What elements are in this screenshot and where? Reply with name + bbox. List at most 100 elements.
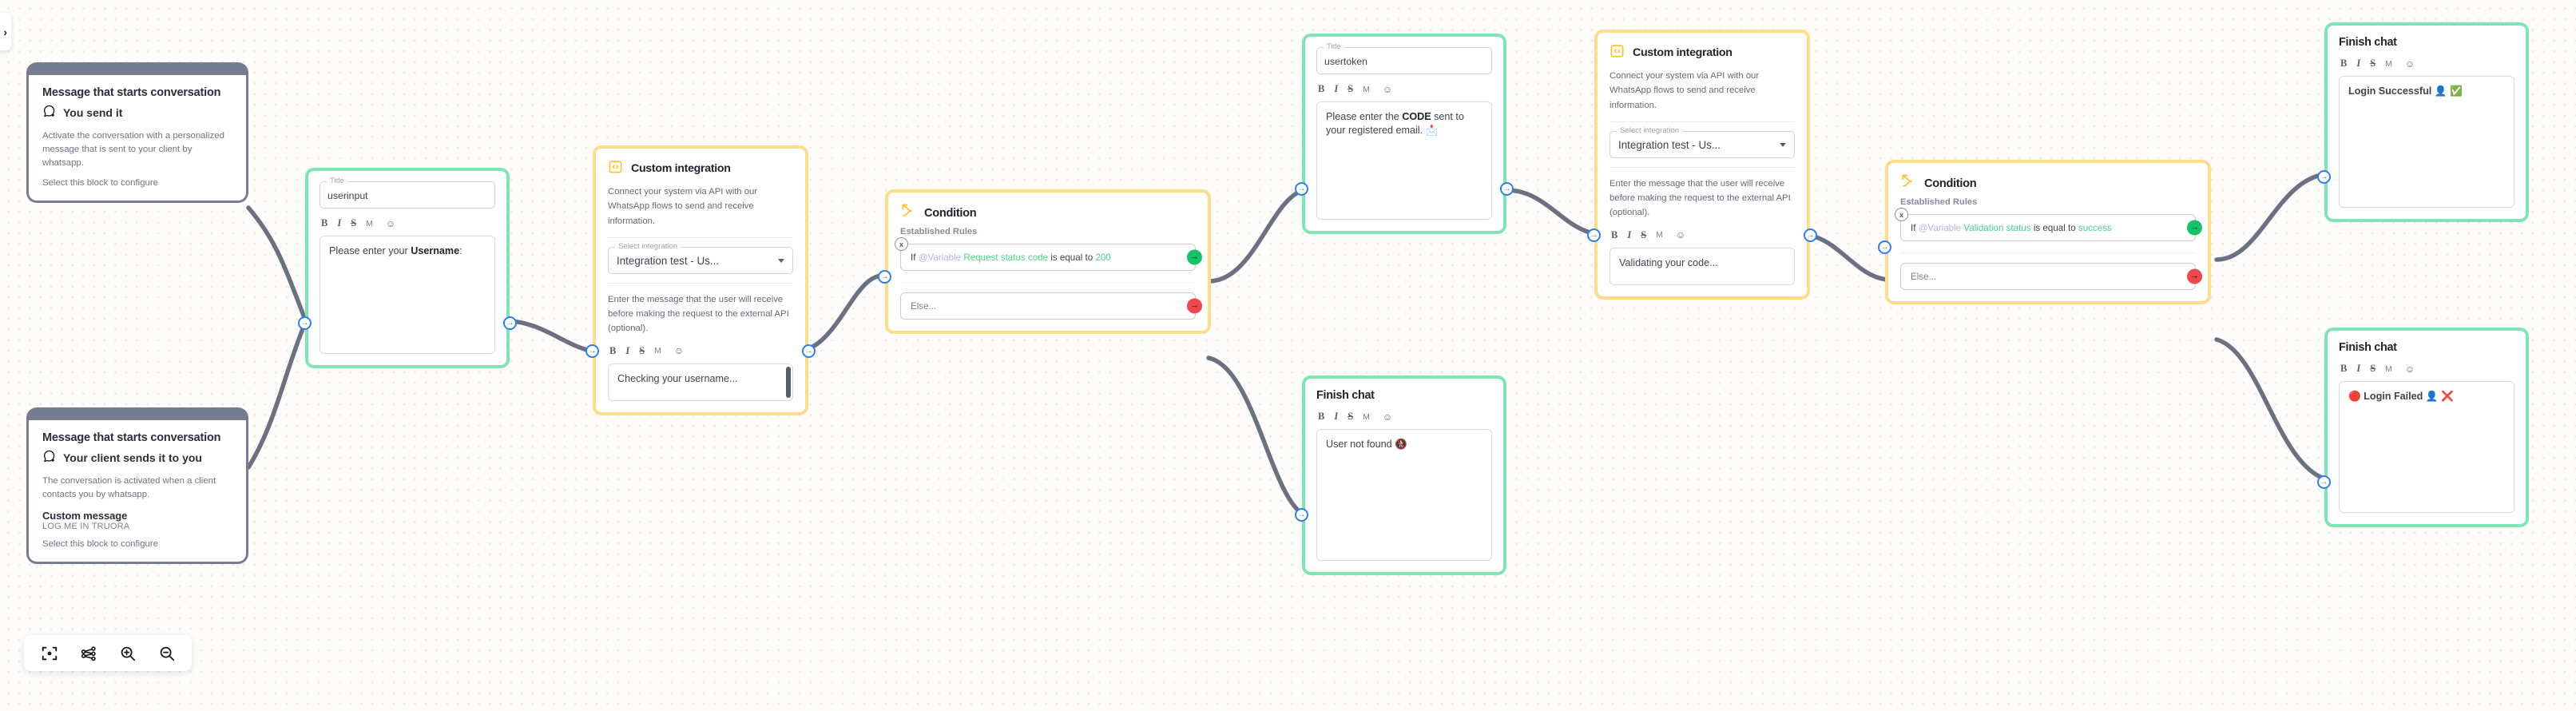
strikethrough-icon[interactable]: S — [2370, 363, 2376, 375]
handle-target-finish-login-failed[interactable]: → — [2317, 475, 2331, 489]
yellow-card[interactable]: Condition Established Rules x If @Variab… — [1885, 160, 2211, 304]
node-finish-login-failed[interactable]: Finish chat B I S M ☺ 🔴 Login Failed 👤 ❌… — [2317, 328, 2529, 527]
chevron-down-icon[interactable] — [1780, 142, 1786, 147]
node-userinput[interactable]: Title userinput B I S M ☺ Please enter y… — [298, 168, 517, 368]
handle-source-condition-2-else[interactable]: → — [2187, 268, 2202, 284]
bold-icon[interactable]: B — [2340, 58, 2347, 70]
message-textarea[interactable]: Please enter your Username: — [320, 236, 495, 354]
rich-text-toolbar[interactable]: B I S M ☺ — [321, 217, 495, 229]
italic-icon[interactable]: I — [1627, 229, 1631, 241]
bold-icon[interactable]: B — [321, 217, 327, 229]
markdown-icon[interactable]: M — [1363, 85, 1370, 94]
italic-icon[interactable]: I — [2356, 363, 2360, 375]
handle-target-condition-1[interactable]: → — [878, 270, 891, 284]
strikethrough-icon[interactable]: S — [1348, 83, 1353, 95]
rich-text-toolbar[interactable]: B I S M ☺ — [1318, 411, 1492, 423]
start-card[interactable]: Message that starts conversation You sen… — [26, 62, 248, 203]
handle-target-condition-2[interactable]: → — [1878, 240, 1891, 254]
node-start-you-send-it[interactable]: Message that starts conversation You sen… — [26, 62, 248, 203]
handle-source-userinput[interactable]: → — [503, 316, 517, 330]
markdown-icon[interactable]: M — [654, 346, 661, 356]
rich-text-toolbar[interactable]: B I S M ☺ — [2340, 58, 2514, 70]
green-card[interactable]: Title usertoken B I S M ☺ Please enter t… — [1302, 34, 1506, 234]
handle-target-integration-1[interactable]: → — [585, 344, 599, 358]
yellow-card[interactable]: Custom integration Connect your system v… — [1594, 30, 1810, 300]
emoji-icon[interactable]: ☺ — [386, 218, 395, 229]
strikethrough-icon[interactable]: S — [1641, 229, 1646, 241]
emoji-icon[interactable]: ☺ — [674, 345, 684, 356]
node-custom-integration-1[interactable]: Custom integration Connect your system v… — [585, 145, 816, 415]
handle-target-integration-2[interactable]: → — [1587, 228, 1601, 242]
italic-icon[interactable]: I — [2356, 58, 2360, 70]
bold-icon[interactable]: B — [609, 345, 616, 357]
rich-text-toolbar[interactable]: B I S M ☺ — [1318, 83, 1492, 95]
handle-source-integration-2[interactable]: → — [1804, 228, 1817, 242]
handle-target-finish-login-successful[interactable]: → — [2317, 170, 2331, 184]
emoji-icon[interactable]: ☺ — [1676, 229, 1685, 240]
node-condition-2[interactable]: Condition Established Rules x If @Variab… — [1878, 160, 2211, 304]
message-textarea[interactable]: User not found 🚷 — [1316, 429, 1492, 561]
remove-rule-badge[interactable]: x — [895, 237, 908, 251]
zoom-out-icon[interactable] — [157, 644, 176, 662]
remove-rule-badge[interactable]: x — [1895, 208, 1908, 221]
bold-icon[interactable]: B — [1318, 83, 1324, 95]
italic-icon[interactable]: I — [1334, 83, 1338, 95]
bold-icon[interactable]: B — [1318, 411, 1324, 423]
emoji-icon[interactable]: ☺ — [1383, 84, 1392, 95]
markdown-icon[interactable]: M — [366, 219, 373, 228]
chevron-down-icon[interactable] — [778, 258, 784, 263]
italic-icon[interactable]: I — [1334, 411, 1338, 423]
condition-else-row[interactable]: Else... → — [900, 292, 1202, 320]
message-textarea[interactable]: Checking your username... — [608, 363, 793, 401]
node-usertoken[interactable]: Title usertoken B I S M ☺ Please enter t… — [1295, 34, 1514, 234]
markdown-icon[interactable]: M — [2385, 59, 2392, 69]
bold-icon[interactable]: B — [2340, 363, 2347, 375]
emoji-icon[interactable]: ☺ — [2405, 363, 2415, 375]
sidebar-expand-button[interactable]: › — [0, 13, 11, 50]
emoji-icon[interactable]: ☺ — [2405, 58, 2415, 70]
condition-rule-row[interactable]: x If @Variable Request status code is eq… — [895, 237, 1202, 271]
strikethrough-icon[interactable]: S — [1348, 411, 1353, 423]
title-field[interactable]: Title userinput — [320, 177, 495, 209]
node-custom-integration-2[interactable]: Custom integration Connect your system v… — [1587, 30, 1817, 300]
message-textarea[interactable]: Login Successful 👤 ✅ — [2339, 76, 2514, 208]
green-card[interactable]: Finish chat B I S M ☺ User not found 🚷 — [1302, 375, 1506, 575]
strikethrough-icon[interactable]: S — [639, 345, 645, 357]
strikethrough-icon[interactable]: S — [2370, 58, 2376, 70]
yellow-card[interactable]: Custom integration Connect your system v… — [593, 145, 808, 415]
select-integration-dropdown[interactable]: Select integration Integration test - Us… — [608, 241, 793, 274]
green-card[interactable]: Finish chat B I S M ☺ 🔴 Login Failed 👤 ❌ — [2324, 328, 2529, 527]
node-condition-1[interactable]: Condition Established Rules x If @Variab… — [878, 189, 1211, 334]
handle-source-usertoken[interactable]: → — [1500, 182, 1514, 196]
condition-rule-row[interactable]: x If @Variable Validation status is equa… — [1895, 208, 2202, 241]
yellow-card[interactable]: Condition Established Rules x If @Variab… — [885, 189, 1211, 334]
handle-target-finish-user-not-found[interactable]: → — [1295, 508, 1308, 522]
strikethrough-icon[interactable]: S — [351, 217, 356, 229]
canvas-toolbar[interactable] — [24, 635, 192, 671]
rich-text-toolbar[interactable]: B I S M ☺ — [2340, 363, 2514, 375]
condition-else-row[interactable]: Else... → — [1900, 263, 2202, 290]
handle-target-usertoken[interactable]: → — [1295, 182, 1308, 196]
handle-target-userinput[interactable]: → — [298, 316, 312, 330]
bold-icon[interactable]: B — [1611, 229, 1617, 241]
handle-source-integration-1[interactable]: → — [802, 344, 816, 358]
message-textarea[interactable]: 🔴 Login Failed 👤 ❌ — [2339, 381, 2514, 513]
node-finish-login-successful[interactable]: Finish chat B I S M ☺ Login Successful 👤… — [2317, 22, 2529, 222]
rich-text-toolbar[interactable]: B I S M ☺ — [609, 345, 793, 357]
node-finish-user-not-found[interactable]: Finish chat B I S M ☺ User not found 🚷 → — [1295, 375, 1506, 575]
italic-icon[interactable]: I — [337, 217, 341, 229]
message-textarea[interactable]: Please enter the CODE sent to your regis… — [1316, 101, 1492, 220]
markdown-icon[interactable]: M — [1656, 230, 1663, 240]
markdown-icon[interactable]: M — [2385, 364, 2392, 374]
node-start-client-sends-it[interactable]: Message that starts conversation Your cl… — [26, 407, 248, 564]
zoom-in-icon[interactable] — [118, 644, 137, 662]
handle-source-condition-2-success[interactable]: → — [2187, 220, 2202, 236]
flow-canvas[interactable]: › Message that starts conversation You s… — [0, 0, 2576, 711]
emoji-icon[interactable]: ☺ — [1383, 411, 1392, 423]
italic-icon[interactable]: I — [625, 345, 629, 357]
markdown-icon[interactable]: M — [1363, 412, 1370, 422]
start-card[interactable]: Message that starts conversation Your cl… — [26, 407, 248, 564]
select-integration-dropdown[interactable]: Select integration Integration test - Us… — [1610, 125, 1795, 158]
fit-view-icon[interactable] — [40, 644, 58, 662]
textarea-scrollbar[interactable] — [786, 366, 791, 398]
